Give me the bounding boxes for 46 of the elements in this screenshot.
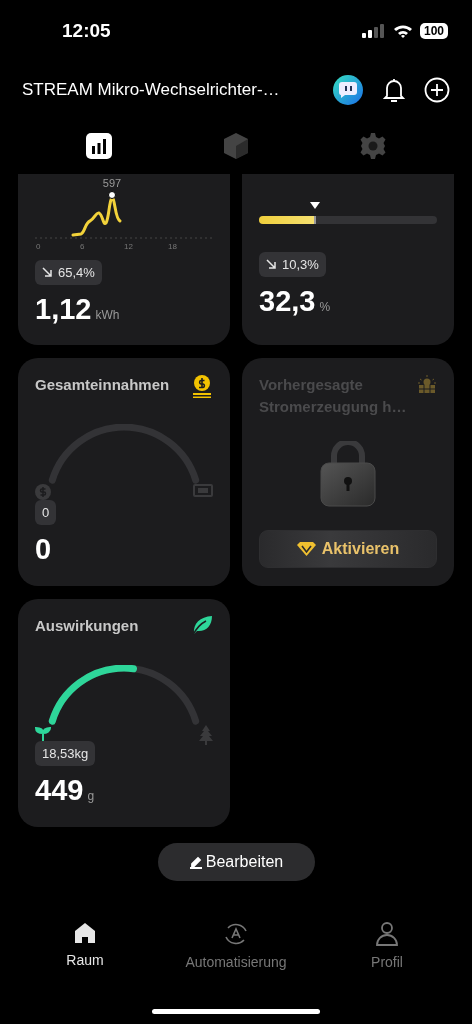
battery-level: 100 <box>419 22 448 39</box>
dollar-coin-icon <box>35 483 51 500</box>
axis-tick: 6 <box>80 241 85 251</box>
person-icon <box>375 921 399 948</box>
device-title: STREAM Mikro-Wechselrichter-… <box>22 79 281 100</box>
diamond-icon <box>296 541 316 556</box>
change-badge: 10,3% <box>259 251 326 277</box>
impact-unit: g <box>87 788 95 803</box>
edit-button[interactable]: Bearbeiten <box>157 843 315 882</box>
value-badge: 0 <box>35 499 57 525</box>
padlock-icon <box>320 440 376 507</box>
solar-panel-icon <box>417 373 437 394</box>
trend-down-icon <box>42 266 53 278</box>
nav-tab[interactable]: Raum <box>30 921 140 1024</box>
chat-bot-icon[interactable] <box>332 73 364 106</box>
pencil-icon <box>188 855 203 870</box>
trend-down-icon <box>266 258 277 270</box>
card-title: Gesamteinnahmen <box>35 374 170 395</box>
banknote-icon <box>193 483 213 497</box>
status-time: 12:05 <box>62 19 111 42</box>
nav-tab[interactable]: Automatisierung <box>181 921 291 1024</box>
change-badge: 65,4% <box>35 259 102 285</box>
leaf-icon <box>191 614 213 635</box>
sprout-icon <box>35 724 51 741</box>
value-badge: 18,53kg <box>35 740 96 766</box>
add-icon[interactable] <box>424 76 450 103</box>
revenue-value: 0 <box>35 532 52 566</box>
marker-icon <box>310 201 321 209</box>
nav-tab[interactable]: Profil <box>332 921 442 1024</box>
axis-tick: 0 <box>36 241 41 251</box>
peak-dot <box>108 190 116 199</box>
wifi-icon <box>392 23 413 38</box>
home-icon <box>73 921 97 946</box>
activate-button[interactable]: Aktivieren <box>259 529 437 568</box>
peak-label: 597 <box>102 176 122 189</box>
card-title: Auswirkungen <box>35 615 139 636</box>
percent-value: 32,3 <box>259 284 316 318</box>
signal-icon <box>361 23 386 38</box>
percent-unit: % <box>319 299 331 314</box>
tree-icon <box>199 724 213 745</box>
impact-value: 449 <box>35 773 84 807</box>
energy-unit: kWh <box>95 307 120 322</box>
coin-stack-icon <box>191 373 213 398</box>
axis-tick: 18 <box>168 241 177 251</box>
axis-tick: 12 <box>124 241 133 251</box>
energy-value: 1,12 <box>35 292 92 326</box>
